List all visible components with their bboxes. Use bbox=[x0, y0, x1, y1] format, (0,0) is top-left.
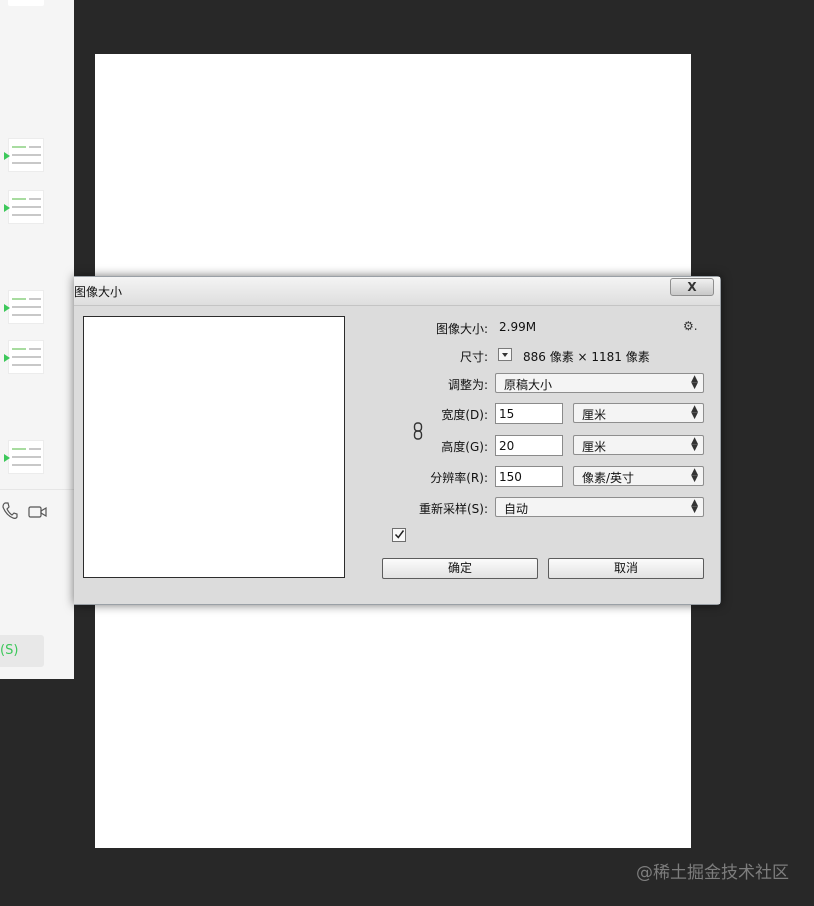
watermark: @稀土掘金技术社区 bbox=[636, 863, 789, 883]
divider bbox=[0, 489, 74, 490]
select-arrows-icon: ▲ ▼ bbox=[691, 404, 698, 421]
select-arrows-icon: ▲ ▼ bbox=[691, 498, 698, 515]
play-arrow-icon bbox=[4, 454, 10, 462]
fit-to-label: 调整为: bbox=[447, 378, 488, 392]
fit-to-select[interactable]: 原稿大小 ▲ ▼ bbox=[495, 373, 704, 393]
play-arrow-icon bbox=[4, 204, 10, 212]
resample-select[interactable]: 自动 ▲ ▼ bbox=[495, 497, 704, 517]
image-preview[interactable] bbox=[83, 316, 345, 578]
resolution-label: 分辨率(R): bbox=[430, 471, 488, 485]
width-input[interactable]: 15 bbox=[495, 403, 563, 424]
ok-button[interactable]: 确定 bbox=[382, 558, 538, 579]
link-chain-icon[interactable] bbox=[413, 422, 423, 440]
cancel-button[interactable]: 取消 bbox=[548, 558, 704, 579]
play-arrow-icon bbox=[4, 152, 10, 160]
height-unit-value: 厘米 bbox=[582, 440, 607, 454]
resolution-unit-select[interactable]: 像素/英寸 ▲ ▼ bbox=[573, 466, 704, 486]
height-input[interactable]: 20 bbox=[495, 435, 563, 456]
select-arrows-icon: ▲ ▼ bbox=[691, 436, 698, 453]
resample-checkbox[interactable] bbox=[392, 528, 406, 542]
thumbnail-partial bbox=[8, 0, 44, 6]
resample-label: 重新采样(S): bbox=[418, 502, 488, 516]
height-label: 高度(G): bbox=[441, 440, 488, 454]
select-arrows-icon: ▲ ▼ bbox=[691, 467, 698, 484]
gear-icon[interactable]: ⚙. bbox=[683, 319, 698, 333]
play-arrow-icon bbox=[4, 304, 10, 312]
message-thumbnail[interactable] bbox=[4, 138, 44, 172]
select-arrows-icon: ▲ ▼ bbox=[691, 374, 698, 391]
send-button[interactable]: (S) bbox=[0, 635, 44, 667]
video-icon[interactable] bbox=[28, 505, 48, 519]
image-size-value: 2.99M bbox=[499, 320, 537, 334]
height-unit-select[interactable]: 厘米 ▲ ▼ bbox=[573, 435, 704, 455]
dialog-title: 图像大小 bbox=[74, 285, 123, 299]
play-arrow-icon bbox=[4, 354, 10, 362]
dimensions-value: 886 像素 × 1181 像素 bbox=[523, 350, 650, 364]
dimensions-label: 尺寸: bbox=[459, 350, 488, 364]
message-thumbnail[interactable] bbox=[4, 290, 44, 324]
phone-icon[interactable] bbox=[2, 502, 18, 520]
width-unit-select[interactable]: 厘米 ▲ ▼ bbox=[573, 403, 704, 423]
resolution-unit-value: 像素/英寸 bbox=[582, 471, 635, 485]
fit-to-select-value: 原稿大小 bbox=[504, 378, 553, 392]
message-thumbnail[interactable] bbox=[4, 190, 44, 224]
resolution-input[interactable]: 150 bbox=[495, 466, 563, 487]
dialog-body: 图像大小: 2.99M ⚙. 尺寸: 886 像素 × 1181 像素 调整为:… bbox=[74, 306, 720, 604]
dialog-titlebar[interactable]: 图像大小 X bbox=[74, 277, 720, 306]
width-unit-value: 厘米 bbox=[582, 408, 607, 422]
width-label: 宽度(D): bbox=[441, 408, 488, 422]
message-thumbnail[interactable] bbox=[4, 440, 44, 474]
chat-side-panel: (S) bbox=[0, 0, 74, 679]
close-button[interactable]: X bbox=[670, 278, 714, 296]
resample-select-value: 自动 bbox=[504, 502, 529, 516]
image-size-label: 图像大小: bbox=[435, 322, 488, 336]
message-thumbnail[interactable] bbox=[4, 340, 44, 374]
image-size-dialog: 图像大小 X 图像大小: 2.99M ⚙. 尺寸: 886 像素 × 1181 … bbox=[74, 276, 721, 605]
checkmark-icon bbox=[394, 530, 405, 539]
dimensions-unit-dropdown-icon[interactable] bbox=[498, 348, 512, 361]
